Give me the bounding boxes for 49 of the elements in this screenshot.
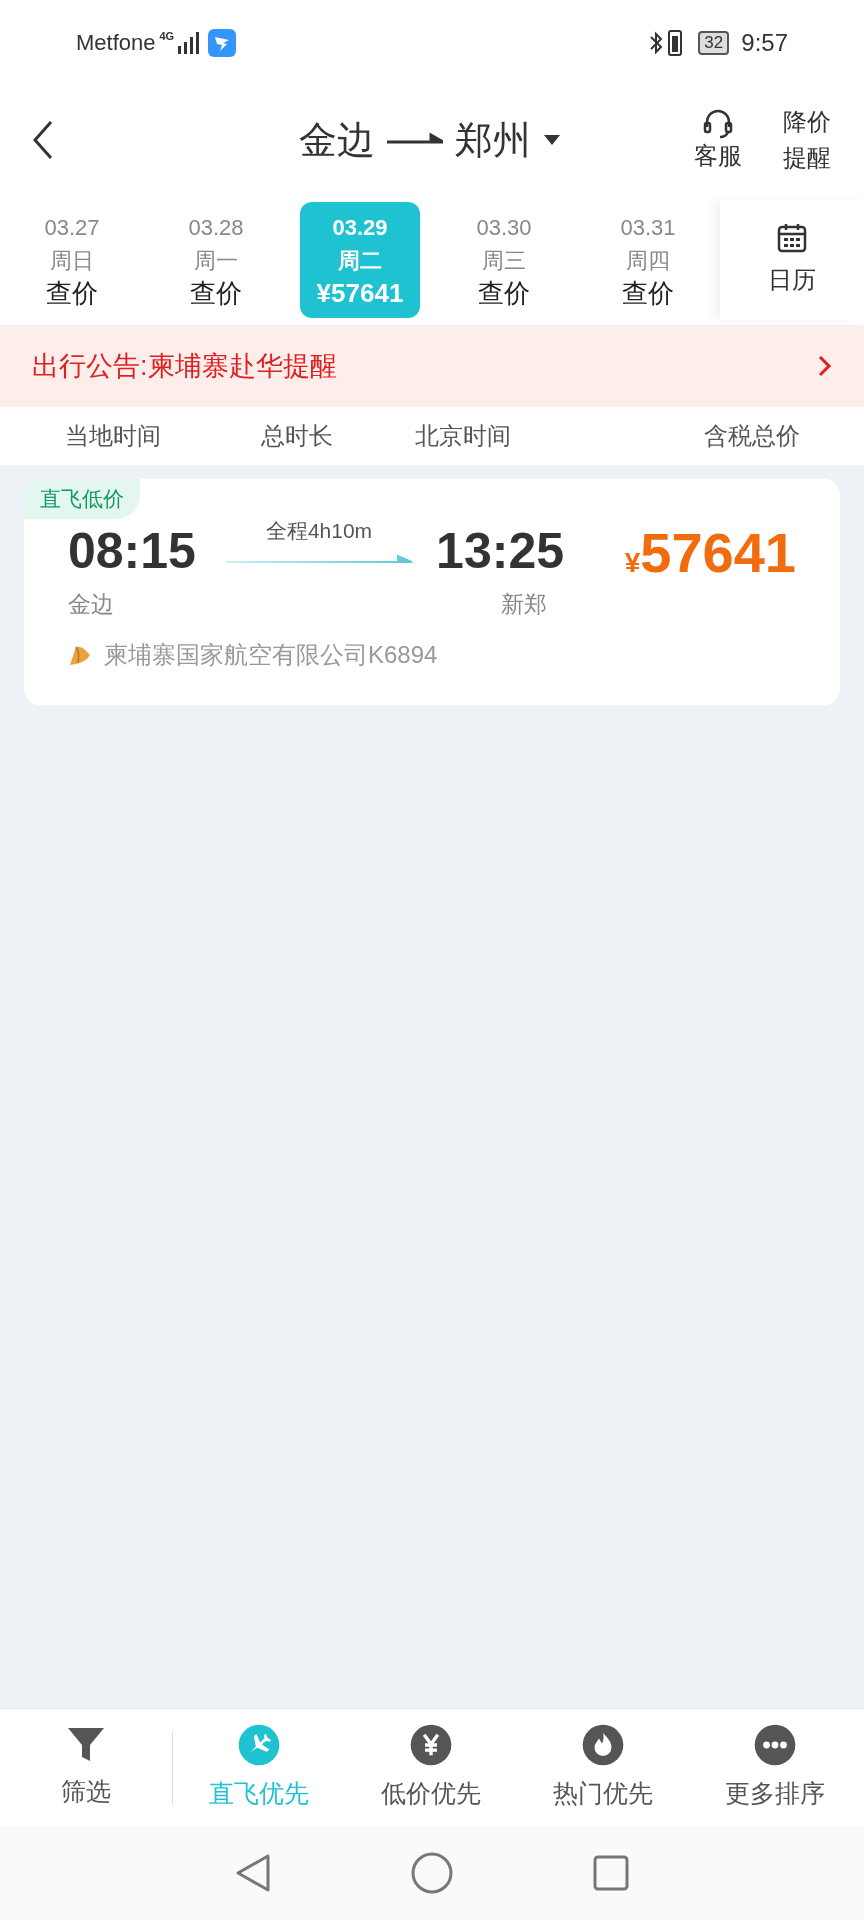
recents-nav-icon[interactable]	[593, 1855, 629, 1891]
battery-indicator: 32	[698, 30, 730, 55]
flame-icon	[581, 1722, 625, 1767]
plane-icon	[237, 1722, 281, 1767]
date-tab[interactable]: 03.31 周四 查价	[576, 202, 720, 318]
back-nav-icon[interactable]	[235, 1853, 271, 1893]
customer-service-button[interactable]: 客服	[694, 107, 742, 173]
airline-name: 柬埔寨国家航空有限公司K6894	[104, 640, 438, 670]
arrival-airport: 新郑	[501, 589, 547, 619]
date-tab[interactable]: 03.27 周日 查价	[0, 202, 144, 318]
dropdown-icon	[543, 134, 561, 146]
chevron-right-icon	[818, 355, 832, 377]
sort-option[interactable]: 低价优先	[345, 1722, 517, 1813]
flight-price: ¥57641	[624, 522, 796, 584]
route-title[interactable]: 金边 郑州	[182, 111, 678, 169]
headset-icon	[702, 107, 734, 139]
bluetooth-icon	[648, 29, 665, 56]
filter-button[interactable]: 筛选	[0, 1724, 172, 1811]
home-nav-icon[interactable]	[411, 1852, 453, 1894]
destination-city: 郑州	[455, 117, 531, 163]
sort-option[interactable]: 热门优先	[517, 1722, 689, 1813]
flight-tag: 直飞低价	[24, 479, 140, 519]
calendar-button[interactable]: 日历	[720, 200, 864, 320]
flight-duration: 全程4h10m	[265, 517, 373, 544]
price-alert-button[interactable]: 降价提醒	[782, 104, 832, 176]
network-label: 4G	[159, 29, 175, 44]
date-tab[interactable]: 03.28 周一 查价	[144, 202, 288, 318]
departure-time: 08:15	[68, 522, 197, 579]
column-header: 北京时间	[415, 421, 511, 451]
departure-airport: 金边	[68, 589, 115, 619]
yen-icon	[409, 1722, 453, 1767]
app-icon	[208, 28, 237, 57]
more-icon	[753, 1722, 797, 1767]
arrival-time: 13:25	[436, 522, 564, 579]
column-header: 含税总价	[704, 421, 800, 451]
date-tab[interactable]: 03.30 周三 查价	[432, 202, 576, 318]
origin-city: 金边	[299, 117, 375, 163]
vibrate-icon	[668, 29, 683, 56]
column-header: 当地时间	[65, 421, 161, 451]
column-header: 总时长	[261, 421, 333, 451]
notice-banner[interactable]: 出行公告:柬埔寨赴华提醒	[0, 325, 864, 407]
clock: 9:57	[741, 27, 788, 58]
carrier-name: Metfone	[76, 29, 156, 57]
signal-icon	[176, 31, 201, 54]
sort-option[interactable]: 更多排序	[689, 1722, 861, 1813]
flight-arrow-icon	[226, 554, 412, 566]
back-icon	[32, 120, 54, 160]
calendar-icon	[776, 222, 808, 254]
flight-card[interactable]: 直飞低价 08:15 金边 全程4h10m 13:25 新郑 ¥57641 柬埔寨国家航空有限公司K6894	[24, 479, 840, 705]
